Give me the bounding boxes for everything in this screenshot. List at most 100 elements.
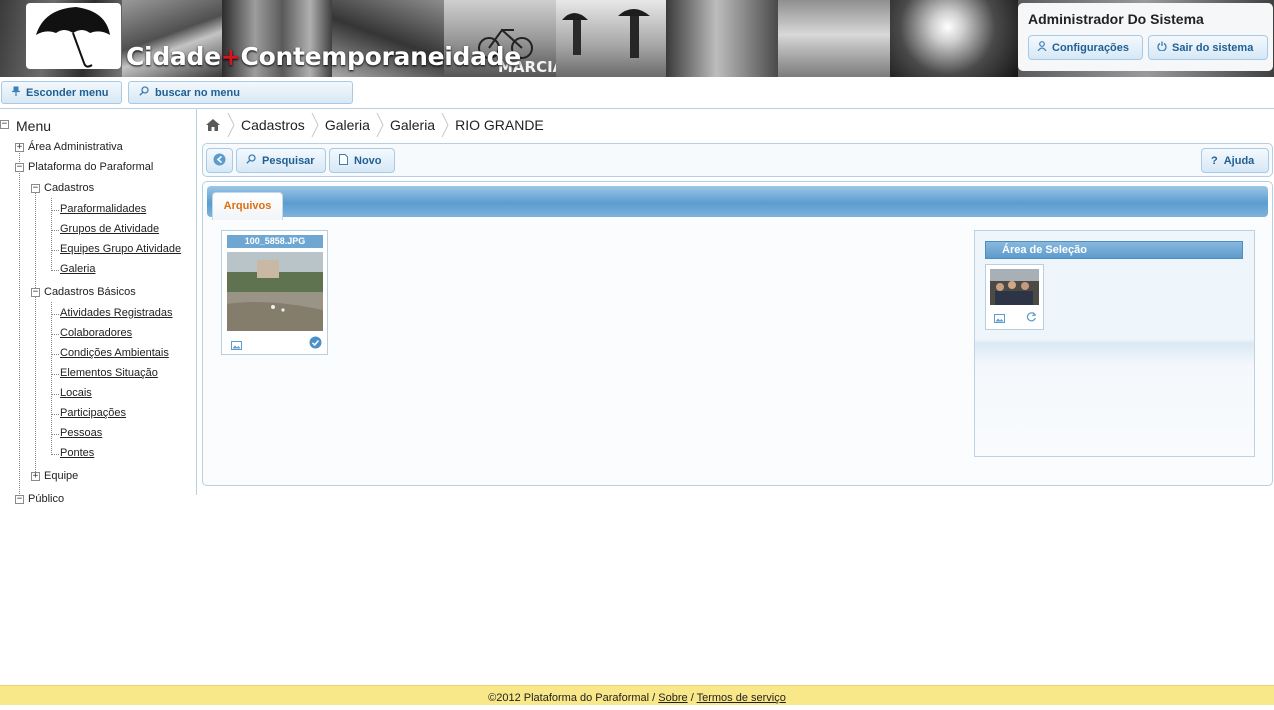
thumbnail-image	[227, 252, 323, 331]
menu-link-participacoes[interactable]: Participações	[60, 407, 126, 419]
back-button[interactable]	[206, 148, 233, 173]
menu-search-input[interactable]: buscar no menu	[128, 81, 353, 104]
header-photo-7	[666, 0, 778, 77]
hide-menu-button[interactable]: Esconder menu	[1, 81, 122, 104]
tab-arquivos[interactable]: Arquivos	[212, 192, 283, 220]
image-icon[interactable]	[231, 339, 242, 353]
tree-connector	[52, 270, 59, 271]
page-header: MARCIA Cidade+Contemporaneidade Administ…	[0, 0, 1274, 77]
tree-node-cadastros[interactable]: Cadastros	[44, 182, 94, 194]
menu-link-pessoas[interactable]: Pessoas	[60, 427, 102, 439]
site-title-part2: Contemporaneidade	[240, 42, 522, 71]
tree-connector	[51, 302, 52, 455]
footer-about-link[interactable]: Sobre	[658, 692, 687, 704]
selection-area-title: Área de Seleção	[985, 241, 1243, 259]
tree-connector	[52, 374, 59, 375]
tree-node-cadastros-basicos[interactable]: Cadastros Básicos	[44, 286, 136, 298]
breadcrumb-item-galeria[interactable]: Galeria	[325, 117, 370, 133]
menu-link-grupos-atividade[interactable]: Grupos de Atividade	[60, 223, 159, 235]
tree-connector	[52, 334, 59, 335]
selected-file-card[interactable]	[985, 264, 1044, 330]
menu-link-galeria[interactable]: Galeria	[60, 263, 95, 275]
tree-connector	[52, 354, 59, 355]
file-thumbnail[interactable]	[227, 252, 323, 331]
selected-file-thumbnail[interactable]	[990, 269, 1039, 305]
footer-separator: /	[652, 692, 656, 704]
menu-link-pontes[interactable]: Pontes	[60, 447, 94, 459]
check-icon[interactable]	[309, 336, 322, 352]
footer-separator: /	[690, 692, 694, 704]
tree-connector	[52, 414, 59, 415]
tree-connector	[52, 250, 59, 251]
new-button[interactable]: Novo	[329, 148, 395, 173]
new-button-label: Novo	[354, 154, 382, 167]
question-icon: ?	[1211, 154, 1218, 167]
menu-link-equipes-grupo[interactable]: Equipes Grupo Atividade	[60, 243, 181, 255]
main-content-panel: Arquivos 100_5858.JPG Área de Seleção	[202, 181, 1273, 486]
footer-terms-link[interactable]: Termos de serviço	[697, 692, 786, 704]
tree-connector	[52, 314, 59, 315]
tree-connector	[52, 394, 59, 395]
tree-connector	[52, 454, 59, 455]
menu-link-paraformalidades[interactable]: Paraformalidades	[60, 203, 146, 215]
tree-node-plataforma[interactable]: Plataforma do Paraformal	[28, 161, 153, 173]
umbrellas-graphic	[562, 9, 650, 58]
tree-connector	[52, 230, 59, 231]
tree-node-publico[interactable]: Público	[28, 493, 64, 505]
page-footer: ©2012 Plataforma do Paraformal / Sobre /…	[0, 685, 1274, 705]
tree-node-equipe[interactable]: Equipe	[44, 470, 78, 482]
menu-link-locais[interactable]: Locais	[60, 387, 92, 399]
menu-link-condicoes-ambientais[interactable]: Condições Ambientais	[60, 347, 169, 359]
collapse-toggle-menu[interactable]: −	[0, 120, 9, 129]
collapse-toggle-cadastros-basicos[interactable]: −	[31, 288, 40, 297]
refresh-icon[interactable]	[1026, 311, 1037, 325]
power-icon	[1157, 41, 1167, 54]
back-arrow-icon	[213, 153, 226, 169]
tree-root-menu[interactable]: Menu	[16, 118, 51, 134]
header-photo-6	[556, 0, 666, 77]
umbrella-icon	[36, 7, 110, 68]
user-icon	[1037, 41, 1047, 54]
site-title-plus: +	[220, 43, 241, 71]
pin-icon	[12, 86, 20, 99]
search-button-label: Pesquisar	[262, 154, 315, 167]
file-card[interactable]: 100_5858.JPG	[221, 230, 328, 355]
home-icon[interactable]	[205, 118, 221, 132]
help-button[interactable]: ? Ajuda	[1201, 148, 1269, 173]
expand-toggle-area-admin[interactable]: +	[15, 143, 24, 152]
collapse-toggle-publico[interactable]: −	[15, 495, 24, 504]
collapse-toggle-plataforma[interactable]: −	[15, 163, 24, 172]
image-icon[interactable]	[994, 312, 1005, 326]
settings-button-label: Configurações	[1052, 41, 1130, 54]
collapse-toggle-cadastros[interactable]: −	[31, 184, 40, 193]
breadcrumb-item-galeria-2[interactable]: Galeria	[390, 117, 435, 133]
tree-connector	[52, 210, 59, 211]
logout-button[interactable]: Sair do sistema	[1148, 35, 1268, 60]
tree-connector	[35, 186, 36, 478]
tree-connector	[51, 198, 52, 271]
menu-search-placeholder: buscar no menu	[155, 86, 240, 99]
breadcrumb-item-current: RIO GRANDE	[455, 117, 544, 133]
search-icon	[246, 154, 256, 167]
umbrella-logo[interactable]	[26, 3, 121, 69]
menu-link-atividades-registradas[interactable]: Atividades Registradas	[60, 307, 173, 319]
menu-link-elementos-situacao[interactable]: Elementos Situação	[60, 367, 158, 379]
sidebar-menu-tree: − Menu + Área Administrativa − Plataform…	[0, 109, 197, 505]
footer-copyright: ©2012 Plataforma do Paraformal	[488, 692, 650, 704]
menu-link-colaboradores[interactable]: Colaboradores	[60, 327, 132, 339]
breadcrumb-item-cadastros[interactable]: Cadastros	[241, 117, 305, 133]
tree-connector	[52, 434, 59, 435]
selection-area: Área de Seleção	[974, 230, 1255, 457]
settings-button[interactable]: Configurações	[1028, 35, 1143, 60]
site-title-part1: Cidade	[126, 42, 221, 71]
file-name: 100_5858.JPG	[227, 235, 323, 248]
tree-node-area-admin[interactable]: Área Administrativa	[28, 141, 123, 153]
expand-toggle-equipe[interactable]: +	[31, 472, 40, 481]
tree-connector	[19, 145, 20, 500]
breadcrumb-separator	[376, 112, 384, 138]
site-title: Cidade+Contemporaneidade	[126, 42, 521, 71]
document-icon	[339, 153, 348, 168]
user-name: Administrador Do Sistema	[1028, 11, 1204, 27]
search-button[interactable]: Pesquisar	[236, 148, 326, 173]
logout-button-label: Sair do sistema	[1172, 41, 1254, 54]
